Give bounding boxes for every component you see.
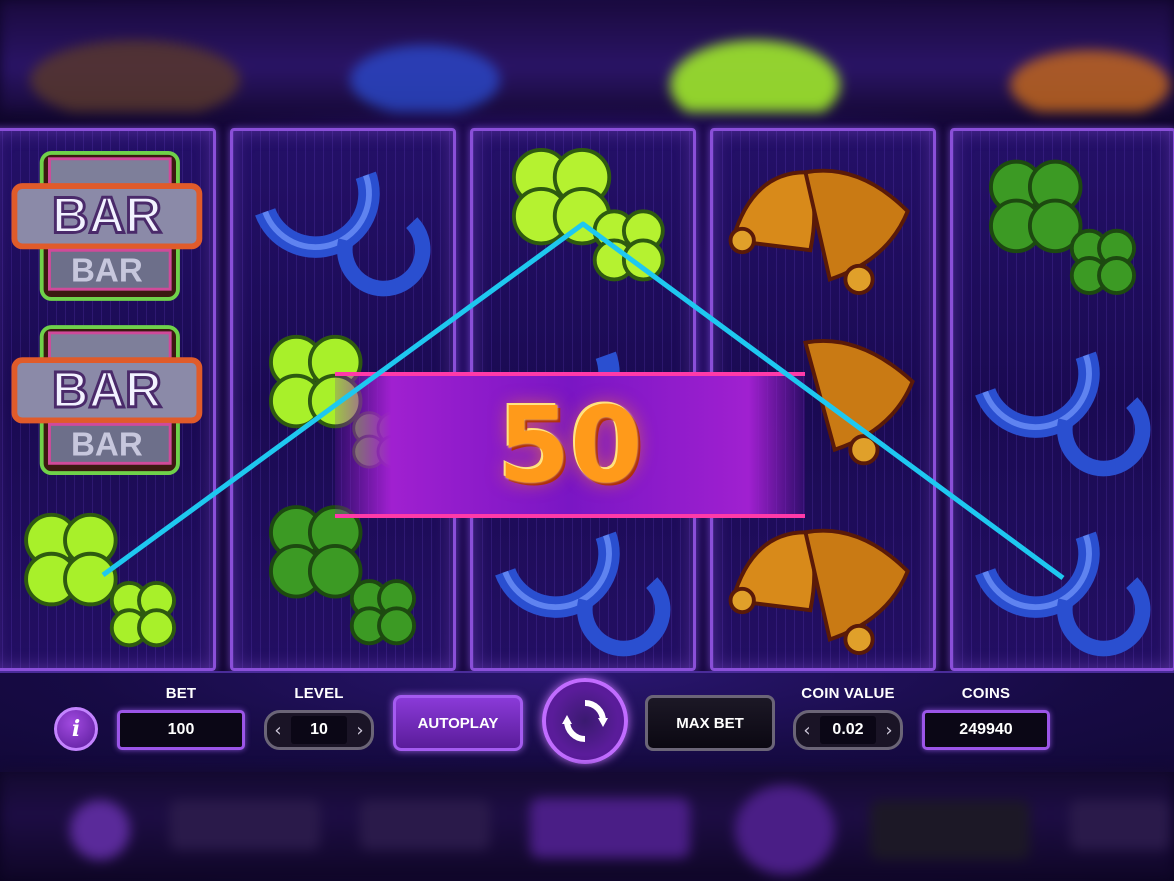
svg-text:BAR: BAR — [52, 361, 162, 418]
autoplay-button[interactable]: AUTOPLAY — [393, 695, 523, 751]
bar-symbol: BAR BAR — [0, 311, 213, 492]
level-value: 10 — [291, 716, 347, 744]
spin-icon — [562, 700, 608, 742]
svg-text:BAR: BAR — [71, 427, 143, 464]
win-banner: 50 — [335, 372, 805, 518]
slot-game: BAR BAR BAR BAR 50 i BET 100 LEVEL ‹ 10 … — [0, 0, 1174, 881]
max-bet-label: MAX BET — [676, 714, 744, 732]
svg-text:BAR: BAR — [52, 187, 162, 244]
clover-symbol — [233, 491, 453, 668]
chevron-left-icon[interactable]: ‹ — [267, 713, 289, 747]
coins-value: 249940 — [959, 721, 1013, 738]
bet-field[interactable]: 100 — [117, 710, 245, 750]
spin-button[interactable] — [542, 678, 628, 764]
autoplay-label: AUTOPLAY — [417, 714, 499, 732]
max-bet-button[interactable]: MAX BET — [645, 695, 775, 751]
control-panel: i BET 100 LEVEL ‹ 10 › AUTOPLAY MAX BET … — [0, 671, 1174, 772]
bar-symbol: BAR BAR — [0, 133, 213, 314]
coin-value-label: COIN VALUE — [801, 685, 895, 702]
reel-1: BAR BAR BAR BAR — [0, 128, 216, 671]
clover-symbol-bright — [473, 131, 693, 312]
bet-label: BET — [165, 685, 197, 702]
chevron-right-icon[interactable]: › — [878, 713, 900, 747]
reel-5 — [950, 128, 1174, 671]
info-button[interactable]: i — [54, 707, 98, 751]
coin-value: 0.02 — [820, 716, 876, 744]
bell-symbol — [713, 131, 933, 312]
bet-value: 100 — [167, 721, 195, 738]
svg-text:BAR: BAR — [71, 252, 143, 289]
horseshoe-symbol — [953, 311, 1173, 492]
bell-symbol — [713, 491, 933, 668]
info-icon: i — [71, 716, 81, 742]
chevron-right-icon[interactable]: › — [349, 713, 371, 747]
win-amount: 50 — [497, 384, 643, 506]
clover-symbol-bright — [0, 491, 213, 668]
level-label: LEVEL — [294, 685, 344, 702]
coin-value-stepper[interactable]: ‹ 0.02 › — [793, 710, 903, 750]
clover-symbol — [953, 131, 1173, 312]
level-stepper[interactable]: ‹ 10 › — [264, 710, 374, 750]
blurred-top-background — [0, 0, 1174, 112]
coins-label: COINS — [961, 685, 1011, 702]
coins-field: 249940 — [922, 710, 1050, 750]
chevron-left-icon[interactable]: ‹ — [796, 713, 818, 747]
horseshoe-symbol — [233, 131, 453, 312]
horseshoe-symbol — [473, 491, 693, 668]
blurred-bottom-background — [0, 770, 1174, 881]
horseshoe-symbol — [953, 491, 1173, 668]
